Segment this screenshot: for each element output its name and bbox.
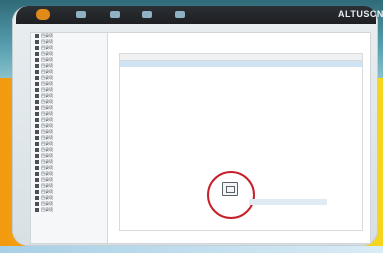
- folder-icon: [35, 160, 39, 164]
- folder-icon: [35, 76, 39, 80]
- sidebar-item-label: 目录项: [41, 51, 53, 56]
- folder-icon: [35, 100, 39, 104]
- sidebar-item-label: 目录项: [41, 99, 53, 104]
- folder-icon: [35, 124, 39, 128]
- empty-state: [207, 171, 255, 219]
- sidebar-item-label: 目录项: [41, 69, 53, 74]
- bottom-strip: [0, 246, 383, 253]
- sidebar-item-label: 目录项: [41, 153, 53, 158]
- empty-action-bar[interactable]: [249, 199, 327, 205]
- folder-icon: [35, 178, 39, 182]
- folder-icon: [35, 40, 39, 44]
- folder-icon: [35, 52, 39, 56]
- toolbar-icon-2[interactable]: [110, 11, 120, 18]
- sidebar-item-label: 目录项: [41, 171, 53, 176]
- sidebar-item-label: 目录项: [41, 93, 53, 98]
- folder-icon: [35, 166, 39, 170]
- sidebar-item-label: 目录项: [41, 189, 53, 194]
- folder-icon: [35, 154, 39, 158]
- sidebar-item-label: 目录项: [41, 159, 53, 164]
- sidebar-item-label: 目录项: [41, 33, 53, 38]
- sidebar-item-label: 目录项: [41, 207, 53, 212]
- folder-icon: [35, 130, 39, 134]
- toolbar-icon-3[interactable]: [142, 11, 152, 18]
- sidebar-item-label: 目录项: [41, 129, 53, 134]
- folder-icon: [35, 58, 39, 62]
- folder-icon: [35, 172, 39, 176]
- app-window: 目录项 目录项 目录项 目录项 目录项 目录项 目录项 目录项 目录项 目录项 目录项 目录项 目录项目…: [30, 32, 371, 244]
- folder-icon: [35, 94, 39, 98]
- sidebar-item-label: 目录项: [41, 165, 53, 170]
- folder-icon: [35, 106, 39, 110]
- app-logo-icon: [36, 9, 50, 20]
- folder-icon: [35, 142, 39, 146]
- folder-icon: [35, 196, 39, 200]
- table-row[interactable]: [120, 61, 362, 67]
- sidebar-item-label: 目录项: [41, 135, 53, 140]
- folder-icon: [35, 46, 39, 50]
- toolbar-icon-1[interactable]: [76, 11, 86, 18]
- sidebar-item-label: 目录项: [41, 201, 53, 206]
- folder-icon: [35, 208, 39, 212]
- sidebar-item-label: 目录项: [41, 57, 53, 62]
- sidebar-item-label: 目录项: [41, 63, 53, 68]
- sidebar-item-label: 目录项: [41, 75, 53, 80]
- folder-icon: [35, 118, 39, 122]
- brand-name: ALTUSCN: [338, 9, 383, 19]
- sidebar-item-label: 目录项: [41, 141, 53, 146]
- sidebar-item-label: 目录项: [41, 81, 53, 86]
- sidebar-item-label: 目录项: [41, 117, 53, 122]
- sidebar-item-label: 目录项: [41, 183, 53, 188]
- sidebar: 目录项 目录项 目录项 目录项 目录项 目录项 目录项 目录项 目录项 目录项 目录项 目录项 目录项目…: [31, 33, 108, 243]
- sidebar-item-label: 目录项: [41, 105, 53, 110]
- top-bar: [16, 6, 376, 24]
- sidebar-item-label: 目录项: [41, 39, 53, 44]
- folder-icon: [35, 88, 39, 92]
- table-header: [120, 54, 362, 61]
- folder-icon: [35, 202, 39, 206]
- sidebar-item-label: 目录项: [41, 87, 53, 92]
- sidebar-item-label: 目录项: [41, 123, 53, 128]
- folder-icon: [35, 64, 39, 68]
- sidebar-item-label: 目录项: [41, 195, 53, 200]
- sidebar-item-label: 目录项: [41, 147, 53, 152]
- sidebar-item-label: 目录项: [41, 111, 53, 116]
- folder-icon: [35, 190, 39, 194]
- folder-icon: [35, 148, 39, 152]
- toolbar-icon-4[interactable]: [175, 11, 185, 18]
- folder-icon: [35, 70, 39, 74]
- sidebar-item[interactable]: 目录项: [35, 207, 107, 213]
- empty-folder-icon: [222, 182, 238, 196]
- folder-icon: [35, 136, 39, 140]
- folder-icon: [35, 82, 39, 86]
- folder-icon: [35, 112, 39, 116]
- folder-icon: [35, 184, 39, 188]
- sidebar-item-label: 目录项: [41, 177, 53, 182]
- sidebar-item-label: 目录项: [41, 45, 53, 50]
- folder-icon: [35, 34, 39, 38]
